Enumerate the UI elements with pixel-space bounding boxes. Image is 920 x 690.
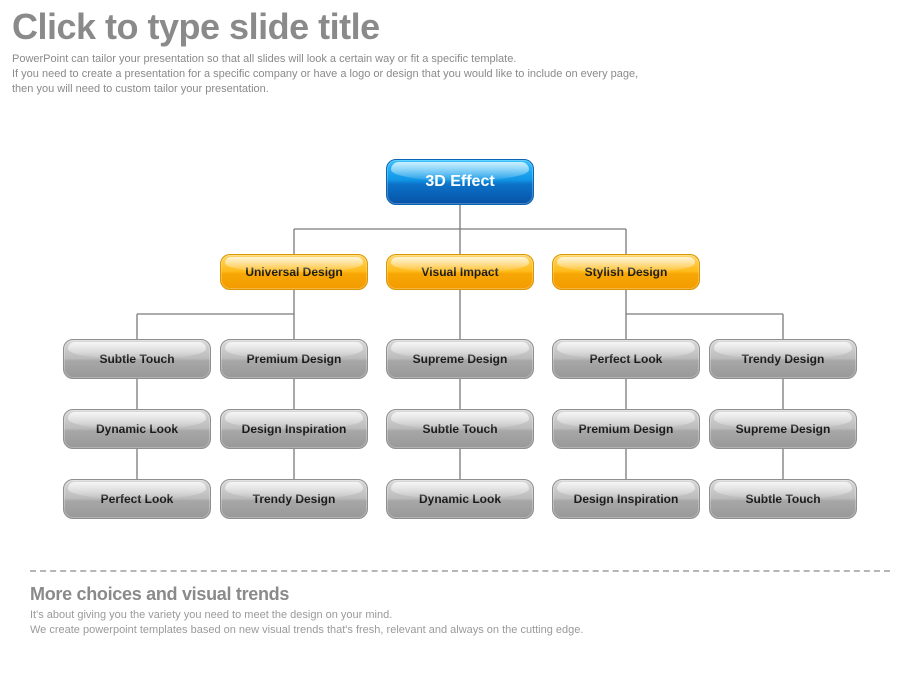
leaf-node: Supreme Design xyxy=(709,409,857,449)
org-chart: 3D Effect Universal Design Visual Impact… xyxy=(25,159,895,539)
divider-line xyxy=(30,570,890,572)
subtitle-line: then you will need to custom tailor your… xyxy=(12,83,269,95)
subtitle-line: PowerPoint can tailor your presentation … xyxy=(12,53,516,65)
branch-visual-impact: Visual Impact xyxy=(386,254,534,290)
footer-line: We create powerpoint templates based on … xyxy=(30,624,583,636)
footer-block: More choices and visual trends It's abou… xyxy=(30,584,583,638)
leaf-node: Design Inspiration xyxy=(220,409,368,449)
leaf-node: Premium Design xyxy=(220,339,368,379)
leaf-node: Subtle Touch xyxy=(63,339,211,379)
leaf-node: Trendy Design xyxy=(220,479,368,519)
leaf-node: Trendy Design xyxy=(709,339,857,379)
branch-universal-design: Universal Design xyxy=(220,254,368,290)
leaf-node: Perfect Look xyxy=(552,339,700,379)
leaf-node: Supreme Design xyxy=(386,339,534,379)
subtitle-line: If you need to create a presentation for… xyxy=(12,68,638,80)
leaf-node: Premium Design xyxy=(552,409,700,449)
leaf-node: Subtle Touch xyxy=(709,479,857,519)
slide-subtitle[interactable]: PowerPoint can tailor your presentation … xyxy=(0,48,920,97)
footer-text: It's about giving you the variety you ne… xyxy=(30,608,583,638)
slide-title[interactable]: Click to type slide title xyxy=(0,0,920,48)
leaf-node: Subtle Touch xyxy=(386,409,534,449)
leaf-node: Perfect Look xyxy=(63,479,211,519)
leaf-node: Design Inspiration xyxy=(552,479,700,519)
leaf-node: Dynamic Look xyxy=(386,479,534,519)
footer-title: More choices and visual trends xyxy=(30,584,583,605)
leaf-node: Dynamic Look xyxy=(63,409,211,449)
branch-stylish-design: Stylish Design xyxy=(552,254,700,290)
footer-line: It's about giving you the variety you ne… xyxy=(30,609,392,621)
root-node-3d-effect: 3D Effect xyxy=(386,159,534,205)
